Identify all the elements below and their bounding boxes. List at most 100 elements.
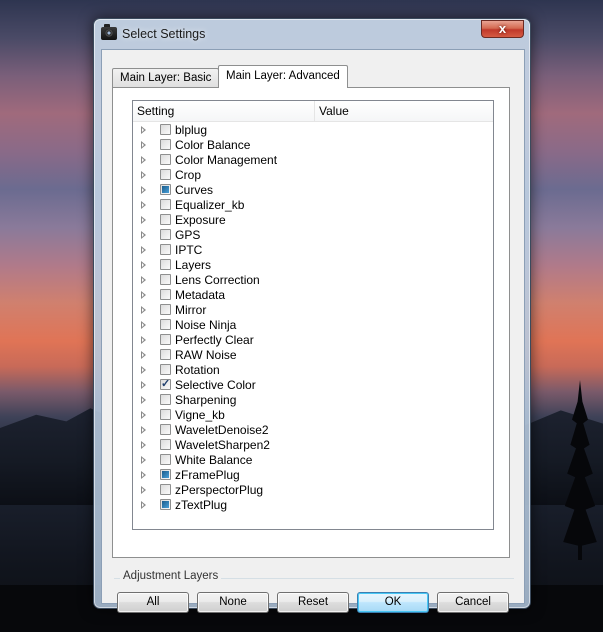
- list-item[interactable]: IPTC: [133, 243, 493, 258]
- cancel-button[interactable]: Cancel: [437, 592, 509, 613]
- expand-arrow-icon[interactable]: [141, 456, 146, 464]
- expand-arrow-icon[interactable]: [141, 351, 146, 359]
- item-checkbox[interactable]: [160, 229, 171, 240]
- expand-arrow-icon[interactable]: [141, 261, 146, 269]
- close-button[interactable]: x: [481, 20, 524, 38]
- item-checkbox[interactable]: [160, 199, 171, 210]
- list-item[interactable]: Noise Ninja: [133, 318, 493, 333]
- column-header-value[interactable]: Value: [315, 101, 493, 121]
- expand-arrow-icon[interactable]: [141, 141, 146, 149]
- list-rows: blplug Color Balance Color Management Crop C…: [133, 122, 493, 513]
- item-label: WaveletDenoise2: [175, 423, 269, 437]
- item-checkbox[interactable]: [160, 439, 171, 450]
- item-checkbox[interactable]: [160, 364, 171, 375]
- item-checkbox[interactable]: [160, 377, 171, 392]
- item-checkbox[interactable]: [160, 394, 171, 405]
- item-label: White Balance: [175, 453, 253, 467]
- item-label: Curves: [175, 183, 214, 197]
- item-label: Color Balance: [175, 138, 251, 152]
- list-item[interactable]: RAW Noise: [133, 348, 493, 363]
- item-checkbox[interactable]: [160, 289, 171, 300]
- list-item[interactable]: Metadata: [133, 288, 493, 303]
- expand-arrow-icon[interactable]: [141, 201, 146, 209]
- expand-arrow-icon[interactable]: [141, 246, 146, 254]
- column-header-setting[interactable]: Setting: [133, 101, 315, 121]
- item-checkbox[interactable]: [160, 214, 171, 225]
- item-checkbox[interactable]: [160, 274, 171, 285]
- list-item[interactable]: WaveletDenoise2: [133, 423, 493, 438]
- item-checkbox[interactable]: [160, 169, 171, 180]
- item-checkbox[interactable]: [160, 469, 171, 480]
- list-item[interactable]: GPS: [133, 228, 493, 243]
- expand-arrow-icon[interactable]: [141, 441, 146, 449]
- item-checkbox[interactable]: [160, 184, 171, 195]
- expand-arrow-icon[interactable]: [141, 231, 146, 239]
- expand-arrow-icon[interactable]: [141, 471, 146, 479]
- item-checkbox[interactable]: [160, 349, 171, 360]
- item-checkbox[interactable]: [160, 304, 171, 315]
- none-button[interactable]: None: [197, 592, 269, 613]
- expand-arrow-icon[interactable]: [141, 411, 146, 419]
- expand-arrow-icon[interactable]: [141, 171, 146, 179]
- list-item[interactable]: WaveletSharpen2: [133, 438, 493, 453]
- item-checkbox[interactable]: [160, 154, 171, 165]
- item-checkbox[interactable]: [160, 334, 171, 345]
- list-item[interactable]: blplug: [133, 123, 493, 138]
- ok-button[interactable]: OK: [357, 592, 429, 613]
- list-item[interactable]: Lens Correction: [133, 273, 493, 288]
- list-item[interactable]: Rotation: [133, 363, 493, 378]
- item-checkbox[interactable]: [160, 124, 171, 135]
- list-item[interactable]: Sharpening: [133, 393, 493, 408]
- list-item[interactable]: Curves: [133, 183, 493, 198]
- list-item[interactable]: Perfectly Clear: [133, 333, 493, 348]
- list-item[interactable]: Vigne_kb: [133, 408, 493, 423]
- item-label: Exposure: [175, 213, 226, 227]
- select-settings-dialog: Select Settings x Main Layer: Basic Main…: [93, 18, 531, 613]
- expand-arrow-icon[interactable]: [141, 321, 146, 329]
- item-checkbox[interactable]: [160, 244, 171, 255]
- item-checkbox[interactable]: [160, 139, 171, 150]
- list-item[interactable]: Exposure: [133, 213, 493, 228]
- item-checkbox[interactable]: [160, 259, 171, 270]
- list-item[interactable]: White Balance: [133, 453, 493, 468]
- tab-main-layer-advanced[interactable]: Main Layer: Advanced: [218, 65, 348, 88]
- item-label: blplug: [175, 123, 208, 137]
- expand-arrow-icon[interactable]: [141, 306, 146, 314]
- expand-arrow-icon[interactable]: [141, 501, 146, 509]
- dialog-client-area: Main Layer: Basic Main Layer: Advanced S…: [101, 49, 525, 613]
- list-item[interactable]: Selective Color: [133, 377, 493, 393]
- expand-arrow-icon[interactable]: [141, 126, 146, 134]
- list-item[interactable]: Color Balance: [133, 138, 493, 153]
- list-item[interactable]: Crop: [133, 168, 493, 183]
- item-checkbox[interactable]: [160, 454, 171, 465]
- expand-arrow-icon[interactable]: [141, 426, 146, 434]
- tab-main-layer-basic[interactable]: Main Layer: Basic: [112, 68, 220, 87]
- expand-arrow-icon[interactable]: [141, 366, 146, 374]
- item-checkbox[interactable]: [160, 409, 171, 420]
- item-checkbox[interactable]: [160, 484, 171, 495]
- expand-arrow-icon[interactable]: [141, 276, 146, 284]
- title-bar[interactable]: Select Settings x: [94, 19, 530, 49]
- expand-arrow-icon[interactable]: [141, 396, 146, 404]
- list-item[interactable]: zFramePlug: [133, 468, 493, 483]
- expand-arrow-icon[interactable]: [141, 336, 146, 344]
- list-item[interactable]: Color Management: [133, 153, 493, 168]
- list-item[interactable]: zTextPlug: [133, 498, 493, 513]
- list-item[interactable]: zPerspectorPlug: [133, 483, 493, 498]
- expand-arrow-icon[interactable]: [141, 186, 146, 194]
- item-label: Selective Color: [175, 378, 256, 392]
- reset-button[interactable]: Reset: [277, 592, 349, 613]
- expand-arrow-icon[interactable]: [141, 486, 146, 494]
- expand-arrow-icon[interactable]: [141, 156, 146, 164]
- list-item[interactable]: Mirror: [133, 303, 493, 318]
- item-checkbox[interactable]: [160, 499, 171, 510]
- expand-arrow-icon[interactable]: [141, 216, 146, 224]
- settings-list[interactable]: Setting Value blplug Color Balance Color M…: [132, 100, 494, 530]
- all-button[interactable]: All: [117, 592, 189, 613]
- item-checkbox[interactable]: [160, 319, 171, 330]
- list-item[interactable]: Layers: [133, 258, 493, 273]
- list-item[interactable]: Equalizer_kb: [133, 198, 493, 213]
- expand-arrow-icon[interactable]: [141, 381, 146, 389]
- item-checkbox[interactable]: [160, 424, 171, 435]
- expand-arrow-icon[interactable]: [141, 291, 146, 299]
